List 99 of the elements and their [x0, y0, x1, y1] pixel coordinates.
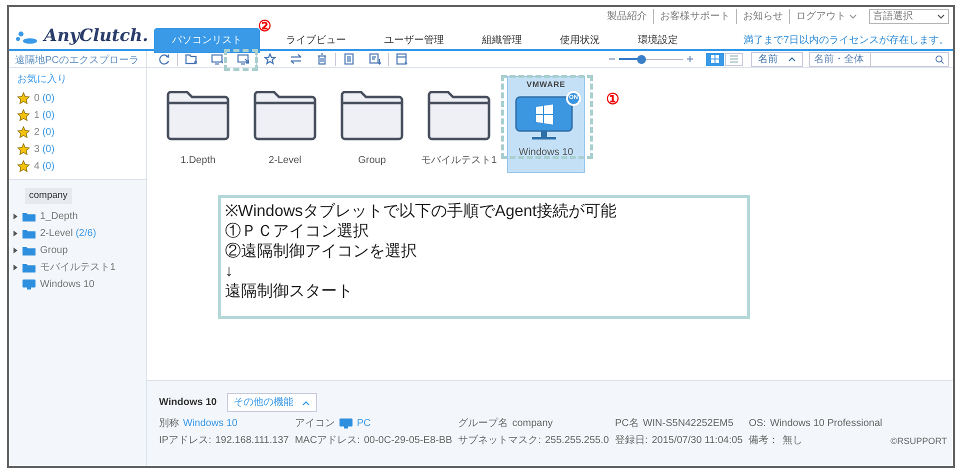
search-icon: [935, 54, 944, 64]
search-field[interactable]: 名前・全体: [809, 52, 949, 66]
list-icon: [729, 54, 739, 64]
folder-icon: [253, 91, 317, 141]
nav-tab[interactable]: ユーザー管理: [372, 28, 456, 52]
field-value: 192.168.111.137: [215, 434, 289, 448]
monitor-icon: [22, 279, 36, 290]
favorite-item[interactable]: 2 (0): [34, 125, 55, 140]
refresh-icon[interactable]: [158, 53, 170, 65]
tree-item[interactable]: 1_Depth: [40, 209, 78, 224]
folder-item[interactable]: モバイルテスト1: [420, 76, 498, 173]
grid-view-button[interactable]: [706, 52, 724, 66]
field-value: company: [512, 417, 553, 431]
swap-arrows-icon[interactable]: [290, 53, 302, 65]
device-name: Windows 10: [159, 396, 217, 410]
folder-item[interactable]: 2-Level: [246, 76, 324, 173]
tree-item[interactable]: 2-Level (2/6): [40, 226, 96, 242]
favorite-item[interactable]: 4 (0): [34, 159, 55, 174]
expand-arrow-icon[interactable]: [13, 247, 18, 254]
nav-tab[interactable]: パソコンリスト: [154, 28, 260, 52]
star-icon: [17, 126, 30, 139]
folder-icon: [22, 262, 36, 274]
more-functions-button[interactable]: その他の機能: [226, 393, 317, 412]
field-label: 登録日:: [614, 434, 648, 448]
field-label: グループ名: [458, 416, 508, 431]
document-download-icon[interactable]: [369, 53, 381, 65]
tree-item[interactable]: Group: [40, 243, 68, 258]
expand-arrow-icon[interactable]: [13, 230, 18, 238]
callout-note: ※Windowsタブレットで以下の手順でAgent接続が可能 ①ＰＣアイコン選択 ②遠隔制御アイコンを選択 ↓ 遠隔制御スタート: [218, 195, 750, 319]
zoom-slider[interactable]: [619, 54, 683, 64]
favorite-item[interactable]: 1 (0): [34, 108, 55, 123]
favorites-title: お気に入り: [17, 72, 68, 87]
folder-icon: [22, 245, 36, 256]
group-label[interactable]: company: [25, 188, 72, 204]
nav-tab[interactable]: 使用状況: [548, 28, 612, 52]
highlight-frame: [224, 49, 258, 71]
document-icon[interactable]: [343, 53, 355, 65]
folder-icon: [22, 228, 36, 240]
field-value: WIN-S5N42252EM5: [642, 417, 734, 431]
folder-plus-icon[interactable]: [185, 53, 197, 65]
header-link[interactable]: ログアウト: [796, 9, 846, 24]
logo-text: AnyClutch.: [44, 25, 148, 48]
star-icon: [17, 109, 30, 122]
caret-up-icon: [302, 400, 310, 406]
annotation-marker: ②: [258, 19, 271, 34]
zoom-in-icon: [686, 55, 694, 63]
annotation-marker: ①: [606, 92, 619, 107]
star-icon: [17, 92, 30, 105]
remote-control-icon[interactable]: [237, 53, 249, 65]
trash-icon[interactable]: [316, 53, 328, 65]
field-value: 無し: [782, 434, 803, 448]
field-label: 別称: [159, 417, 179, 431]
star-outline-icon[interactable]: [264, 53, 276, 65]
tree-item[interactable]: Windows 10: [40, 277, 94, 292]
header-link[interactable]: お知らせ: [743, 9, 783, 24]
folder-icon: [340, 91, 404, 141]
folder-icon: [166, 91, 230, 141]
field-label: PC名: [614, 417, 639, 431]
favorite-item[interactable]: 3 (0): [34, 142, 55, 157]
field-value: 00-0C-29-05-E8-BB: [364, 434, 452, 448]
field-link[interactable]: Windows 10: [183, 416, 238, 431]
list-view-button[interactable]: [725, 52, 743, 66]
field-label: サブネットマスク:: [458, 434, 541, 448]
field-label: MACアドレス:: [294, 434, 360, 448]
expand-arrow-icon[interactable]: [13, 264, 18, 272]
field-label: 備考：: [748, 434, 779, 448]
star-icon: [17, 160, 30, 173]
vendor-label: VMWARE: [526, 79, 566, 91]
favorite-item[interactable]: 0 (0): [34, 91, 55, 106]
field-value: 2015/07/30 11:04:05: [652, 434, 743, 448]
monitor-icon[interactable]: [211, 53, 223, 65]
field-value: 255.255.255.0: [544, 434, 609, 448]
language-select[interactable]: 言語選択: [869, 9, 949, 24]
expand-arrow-icon[interactable]: [13, 213, 18, 220]
folder-icon: [22, 211, 36, 222]
header-link[interactable]: お客様サポート: [660, 9, 730, 24]
field-label: OS:: [748, 417, 766, 431]
tree-item[interactable]: モバイルテスト1: [40, 260, 116, 276]
sidebar-title: 遠隔地PCのエクスプローラ: [9, 51, 146, 68]
monitor-icon: [338, 418, 353, 429]
header-link[interactable]: 製品紹介: [607, 9, 647, 24]
caret-up-icon: [788, 56, 796, 62]
field-link[interactable]: PC: [356, 416, 371, 431]
caret-icon: [937, 13, 945, 20]
folder-item[interactable]: Group: [333, 76, 411, 173]
folder-item[interactable]: 1.Depth: [159, 76, 237, 173]
field-label: アイコン: [294, 417, 335, 431]
field-value: Windows 10 Professional: [770, 417, 882, 431]
license-notice[interactable]: 満了まで7日以内のライセンスが存在します。: [743, 32, 953, 52]
nav-tab[interactable]: 環境設定: [626, 28, 690, 52]
folder-icon: [427, 91, 491, 141]
sort-button[interactable]: 名前: [751, 52, 803, 66]
nav-tab[interactable]: ライブビュー: [274, 28, 358, 52]
grid-icon: [710, 54, 720, 64]
window-icon[interactable]: [396, 53, 408, 65]
field-label: IPアドレス:: [159, 434, 212, 448]
nav-tab[interactable]: 組織管理: [470, 28, 534, 52]
star-icon: [17, 143, 30, 156]
copyright-text: ©RSUPPORT: [890, 434, 947, 448]
